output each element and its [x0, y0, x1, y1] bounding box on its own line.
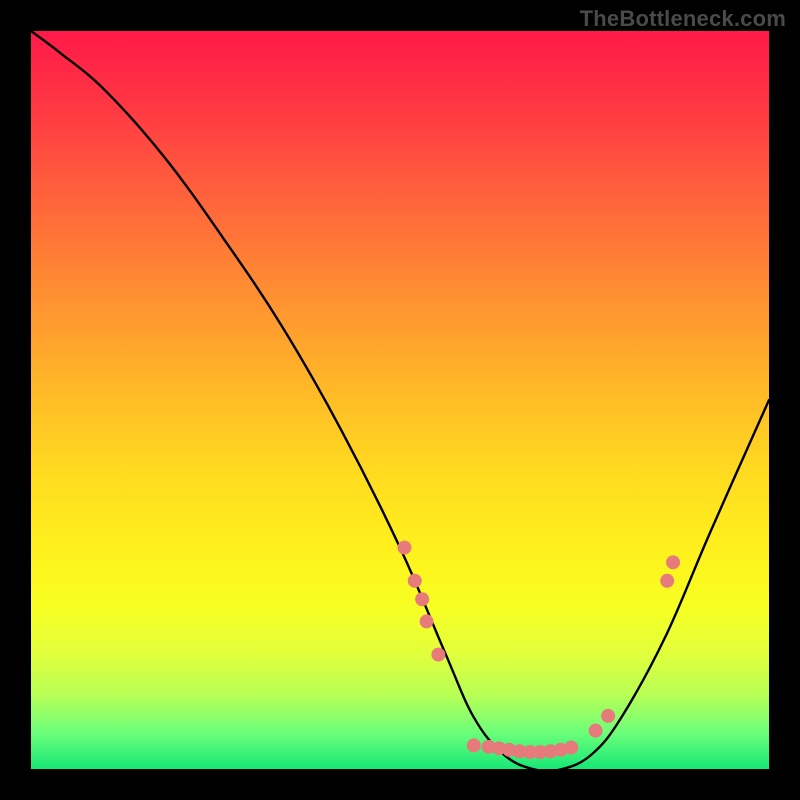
data-point — [467, 738, 481, 752]
data-point — [431, 648, 445, 662]
data-point — [589, 724, 603, 738]
data-point — [408, 574, 422, 588]
data-point — [601, 709, 615, 723]
data-point — [666, 555, 680, 569]
plot-area — [31, 31, 769, 769]
data-point — [397, 541, 411, 555]
data-point — [420, 614, 434, 628]
chart-svg — [31, 31, 769, 769]
data-point — [415, 592, 429, 606]
chart-frame: TheBottleneck.com — [0, 0, 800, 800]
data-points — [397, 541, 680, 759]
data-point — [564, 741, 578, 755]
watermark-text: TheBottleneck.com — [580, 6, 786, 32]
data-point — [660, 574, 674, 588]
bottleneck-curve — [31, 31, 769, 771]
